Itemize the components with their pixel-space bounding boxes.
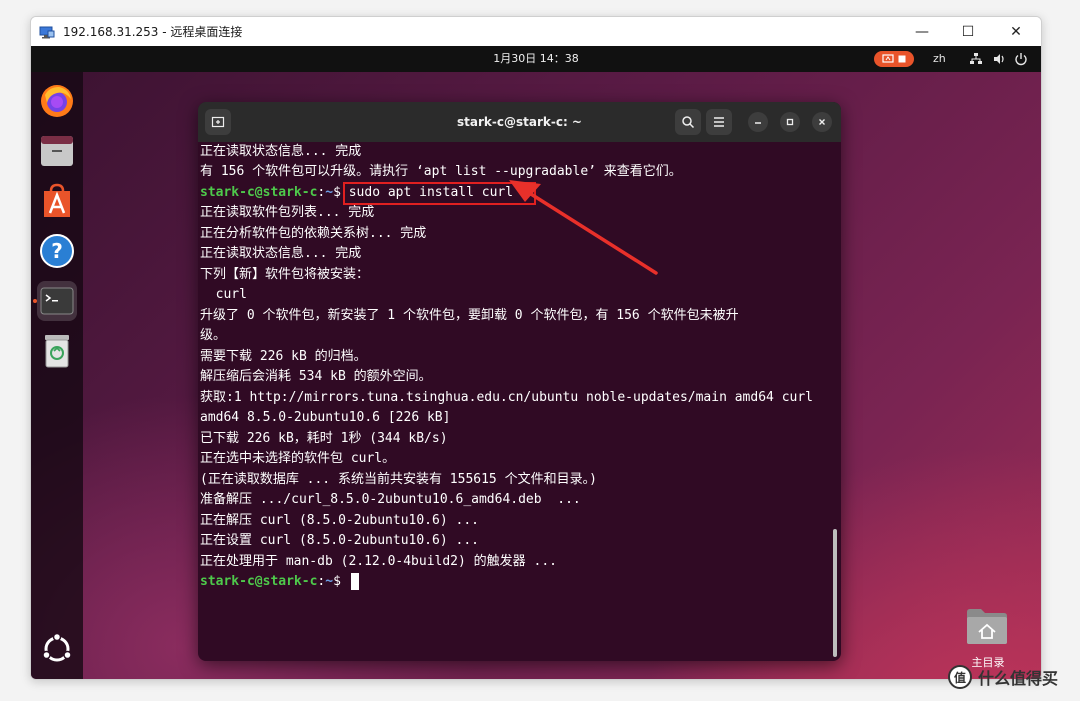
dock-item-show-apps[interactable] (37, 629, 77, 669)
svg-text:?: ? (51, 239, 63, 263)
terminal-line: 级。 (200, 328, 227, 343)
remote-desktop-window: 192.168.31.253 - 远程桌面连接 — ☐ ✕ 1月30日 14：3… (30, 16, 1042, 680)
search-icon (682, 116, 695, 129)
dock-item-help[interactable]: ? (37, 231, 77, 271)
terminal-line: 下列【新】软件包将被安装： (200, 267, 370, 282)
help-icon: ? (40, 234, 74, 268)
terminal-line: 获取:1 http://mirrors.tuna.tsinghua.edu.cn… (200, 390, 813, 405)
terminal-icon (40, 287, 74, 315)
language-indicator[interactable]: zh (933, 46, 946, 72)
trash-icon (45, 335, 69, 368)
terminal-line: amd64 8.5.0-2ubuntu10.6 [226 kB] (200, 410, 451, 425)
terminal-line: 正在读取软件包列表... 完成 (200, 205, 375, 220)
prompt-path: ~ (325, 574, 334, 589)
hamburger-icon (714, 117, 724, 127)
annotation-arrow (509, 180, 658, 275)
dock: ? (31, 72, 83, 679)
prompt-user: stark-c@stark-c (200, 574, 318, 589)
maximize-icon: ☐ (961, 23, 975, 40)
prompt-user: stark-c@stark-c (200, 185, 318, 200)
home-folder-icon (967, 609, 1007, 644)
minimize-button[interactable]: — (899, 17, 945, 46)
terminal-line: 正在分析软件包的依赖关系树... 完成 (200, 226, 427, 241)
close-icon: ✕ (1010, 23, 1022, 40)
terminal-line: (正在读取数据库 ... 系统当前共安装有 155615 个文件和目录。) (200, 472, 597, 487)
text-cursor (350, 573, 359, 590)
terminal-line: 准备解压 .../curl_8.5.0-2ubuntu10.6_amd64.de… (200, 492, 581, 507)
show-apps-icon (42, 633, 72, 662)
screen-share-icon (882, 54, 894, 63)
dock-item-app-center[interactable] (37, 181, 77, 221)
dock-item-trash[interactable] (37, 331, 77, 371)
top-bar: 1月30日 14：38 zh (31, 46, 1041, 72)
terminal-close-button[interactable] (812, 112, 832, 132)
close-button[interactable]: ✕ (993, 17, 1039, 46)
terminal-line: 正在读取状态信息... 完成 (200, 246, 362, 261)
terminal-line: 已下载 226 kB，耗时 1秒 (344 kB/s) (200, 431, 448, 446)
remote-desktop-title: 192.168.31.253 - 远程桌面连接 (63, 25, 243, 39)
terminal-title: stark-c@stark-c: ~ (457, 115, 582, 129)
watermark-text: 什么值得买 (978, 669, 1059, 688)
minimize-icon (755, 122, 761, 124)
volume-icon[interactable] (992, 52, 1006, 66)
app-center-icon (44, 183, 70, 217)
close-icon (819, 119, 825, 125)
ubuntu-desktop: 1月30日 14：38 zh ? stark-c@stark-c: ~ 正在读取… (31, 46, 1041, 679)
terminal-line: 正在读取状态信息... 完成 (200, 144, 362, 159)
remote-desktop-titlebar[interactable]: 192.168.31.253 - 远程桌面连接 — ☐ ✕ (31, 17, 1041, 46)
dock-item-terminal[interactable] (37, 281, 77, 321)
new-tab-icon (211, 116, 225, 128)
terminal-line: 正在设置 curl (8.5.0-2ubuntu10.6) ... (200, 533, 479, 548)
stop-icon (898, 55, 906, 63)
prompt-path: ~ (325, 185, 334, 200)
firefox-icon (41, 85, 73, 117)
terminal-line: 解压缩后会消耗 534 kB 的额外空间。 (200, 369, 432, 384)
dock-item-firefox[interactable] (37, 81, 77, 121)
terminal-line: 需要下载 226 kB 的归档。 (200, 349, 367, 364)
terminal-line: 升级了 0 个软件包，新安装了 1 个软件包，要卸载 0 个软件包，有 156 … (200, 308, 739, 323)
terminal-line: 正在解压 curl (8.5.0-2ubuntu10.6) ... (200, 513, 479, 528)
minimize-icon: — (915, 23, 929, 40)
terminal-line: 正在处理用于 man-db (2.12.0-4build2) 的触发器 ... (200, 554, 557, 569)
remote-session-indicator[interactable] (874, 51, 914, 67)
remote-desktop-icon (39, 25, 55, 39)
terminal-header[interactable]: stark-c@stark-c: ~ (198, 102, 841, 142)
new-tab-button[interactable] (205, 109, 231, 135)
terminal-line: 正在选中未选择的软件包 curl。 (200, 451, 396, 466)
current-prompt-line: stark-c@stark-c:~$ (200, 572, 359, 592)
maximize-button[interactable]: ☐ (945, 17, 991, 46)
menu-button[interactable] (706, 109, 732, 135)
terminal-maximize-button[interactable] (780, 112, 800, 132)
dock-item-files[interactable] (37, 131, 77, 171)
watermark-logo: 值 (948, 665, 972, 689)
terminal-minimize-button[interactable] (748, 112, 768, 132)
power-icon[interactable] (1014, 52, 1028, 66)
maximize-icon (786, 118, 794, 126)
watermark: 值 什么值得买 (948, 664, 1078, 690)
files-icon (41, 136, 73, 166)
network-icon[interactable] (969, 52, 983, 66)
prompt-dollar: $ (333, 574, 349, 589)
search-button[interactable] (675, 109, 701, 135)
terminal-line: curl (200, 287, 247, 302)
scrollbar-thumb[interactable] (833, 529, 837, 657)
